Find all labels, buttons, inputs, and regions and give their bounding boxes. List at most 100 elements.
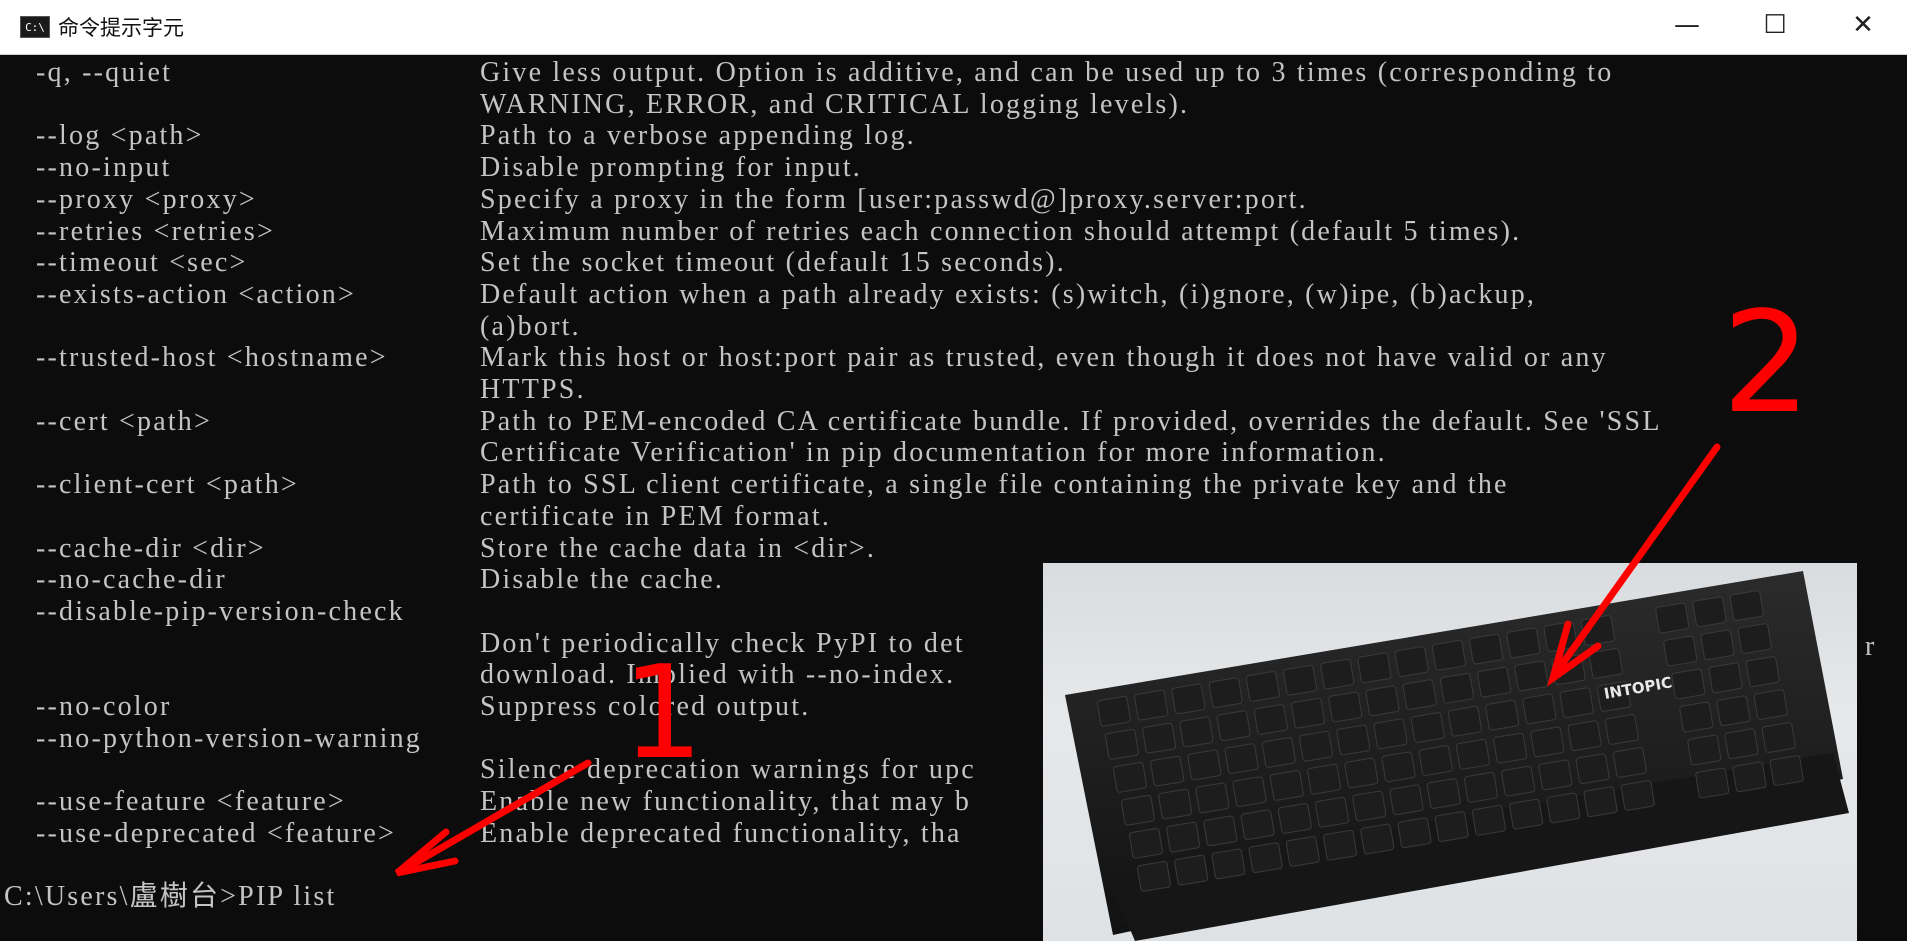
keyboard-key xyxy=(1096,696,1131,727)
keyboard-key xyxy=(1431,640,1466,671)
option-description: Specify a proxy in the form [user:passwd… xyxy=(480,183,1308,215)
keyboard-key xyxy=(1620,780,1655,811)
keyboard-key xyxy=(1285,836,1320,867)
title-bar[interactable]: C:\ 命令提示字元 — ☐ ✕ xyxy=(0,0,1907,55)
option-flag: --cache-dir <dir> xyxy=(36,532,266,564)
option-flag: --no-python-version-warning xyxy=(36,722,422,754)
keyboard-key xyxy=(1732,761,1767,793)
close-button[interactable]: ✕ xyxy=(1819,0,1907,50)
option-description: Disable prompting for input. xyxy=(480,152,863,184)
keyboard-key xyxy=(1240,809,1275,841)
option-flag: -q, --quiet xyxy=(36,57,173,88)
option-description: Store the cache data in <dir>. xyxy=(480,532,877,564)
keyboard-key xyxy=(1136,861,1171,892)
keyboard-key xyxy=(1283,664,1318,696)
keyboard-key xyxy=(1514,660,1549,692)
keyboard-key xyxy=(1493,732,1528,764)
option-description: Set the socket timeout (default 15 secon… xyxy=(480,247,1066,279)
close-icon: ✕ xyxy=(1852,10,1874,40)
keyboard-key xyxy=(1663,635,1698,667)
keyboard-key xyxy=(1389,784,1424,816)
option-description: Don't periodically check PyPI to det xyxy=(480,627,965,659)
keyboard-key xyxy=(1455,739,1490,770)
maximize-button[interactable]: ☐ xyxy=(1731,0,1819,50)
command-prompt-line[interactable]: C:\Users\盧樹台>PIP list xyxy=(4,881,336,912)
keyboard-key xyxy=(1761,722,1796,753)
maximize-icon: ☐ xyxy=(1763,10,1787,40)
keyboard-key xyxy=(1394,646,1429,677)
keyboard-key xyxy=(1336,724,1371,756)
keyboard-key xyxy=(1299,730,1334,762)
keyboard-key xyxy=(1269,770,1304,801)
keyboard-key xyxy=(1328,691,1363,723)
keyboard-key xyxy=(1352,790,1387,822)
option-flag: --proxy <proxy> xyxy=(36,183,257,215)
keyboard-key xyxy=(1671,668,1706,700)
option-description: Give less output. Option is additive, an… xyxy=(480,57,1614,88)
keyboard-key xyxy=(1700,629,1735,661)
keyboard-key xyxy=(1737,623,1772,654)
keyboard-key xyxy=(1112,762,1147,793)
option-flag: --disable-pip-version-check xyxy=(36,595,405,627)
keyboard-key xyxy=(1216,710,1251,742)
right-edge-fragment: r xyxy=(1865,631,1877,662)
option-flag: --cert <path> xyxy=(36,405,212,437)
keyboard-key xyxy=(1655,602,1690,634)
keyboard-key xyxy=(1245,671,1280,702)
keyboard-key xyxy=(1402,679,1437,710)
keyboard-key xyxy=(1485,699,1520,731)
option-description: Path to SSL client certificate, a single… xyxy=(480,469,1509,501)
keyboard-key xyxy=(1410,712,1445,743)
keyboard-key xyxy=(1166,821,1201,853)
keyboard-key xyxy=(1203,815,1238,847)
option-flag: --retries <retries> xyxy=(36,215,275,247)
option-description: Suppress colored output. xyxy=(480,691,811,722)
option-flag: --timeout <sec> xyxy=(36,247,248,279)
keyboard-key xyxy=(1469,633,1504,665)
keyboard-key xyxy=(1174,854,1209,886)
keyboard-key xyxy=(1692,596,1727,628)
keyboard-key xyxy=(1580,615,1615,646)
keyboard-key xyxy=(1745,656,1780,687)
keyboard-key xyxy=(1134,689,1169,721)
keyboard-key xyxy=(1360,823,1395,855)
keyboard-key xyxy=(1695,767,1730,799)
keyboard-key xyxy=(1365,685,1400,717)
keyboard-key xyxy=(1501,765,1536,797)
option-description: WARNING, ERROR, and CRITICAL logging lev… xyxy=(480,88,1190,120)
keyboard-key xyxy=(1179,716,1214,748)
minimize-button[interactable]: — xyxy=(1643,0,1731,50)
keyboard-key xyxy=(1373,718,1408,750)
option-description: Path to PEM-encoded CA certificate bundl… xyxy=(480,405,1662,437)
keyboard-key xyxy=(1261,737,1296,768)
keyboard-key xyxy=(1546,792,1581,824)
keyboard-key xyxy=(1477,666,1512,698)
keyboard-key xyxy=(1530,726,1565,758)
keyboard-key xyxy=(1381,751,1416,783)
option-flag: --client-cert <path> xyxy=(36,469,299,501)
keyboard-photo: INTOPIC xyxy=(1043,563,1857,941)
keyboard-key xyxy=(1604,714,1639,745)
keyboard-key xyxy=(1708,662,1743,694)
option-description: HTTPS. xyxy=(480,374,586,405)
minimize-icon: — xyxy=(1674,10,1700,40)
keyboard-key xyxy=(1538,759,1573,791)
keyboard-key xyxy=(1211,848,1246,880)
keyboard-key xyxy=(1248,842,1283,874)
keyboard-key xyxy=(1418,745,1453,776)
option-flag: --trusted-host <hostname> xyxy=(36,342,388,374)
window-title: 命令提示字元 xyxy=(58,16,184,40)
keyboard-key xyxy=(1357,652,1392,684)
keyboard-key xyxy=(1612,747,1647,778)
option-flag: --no-color xyxy=(36,691,172,722)
option-description: download. Implied with --no-index. xyxy=(480,659,956,691)
keyboard-key xyxy=(1506,627,1541,659)
option-description: Maximum number of retries each connectio… xyxy=(480,215,1522,247)
keyboard-key xyxy=(1551,654,1586,686)
keyboard-key xyxy=(1158,788,1193,820)
keyboard-key xyxy=(1588,648,1623,679)
keyboard-key xyxy=(1434,811,1469,842)
option-description: Certificate Verification' in pip documen… xyxy=(480,437,1387,469)
keyboard-key xyxy=(1447,706,1482,737)
keyboard-key xyxy=(1344,757,1379,789)
